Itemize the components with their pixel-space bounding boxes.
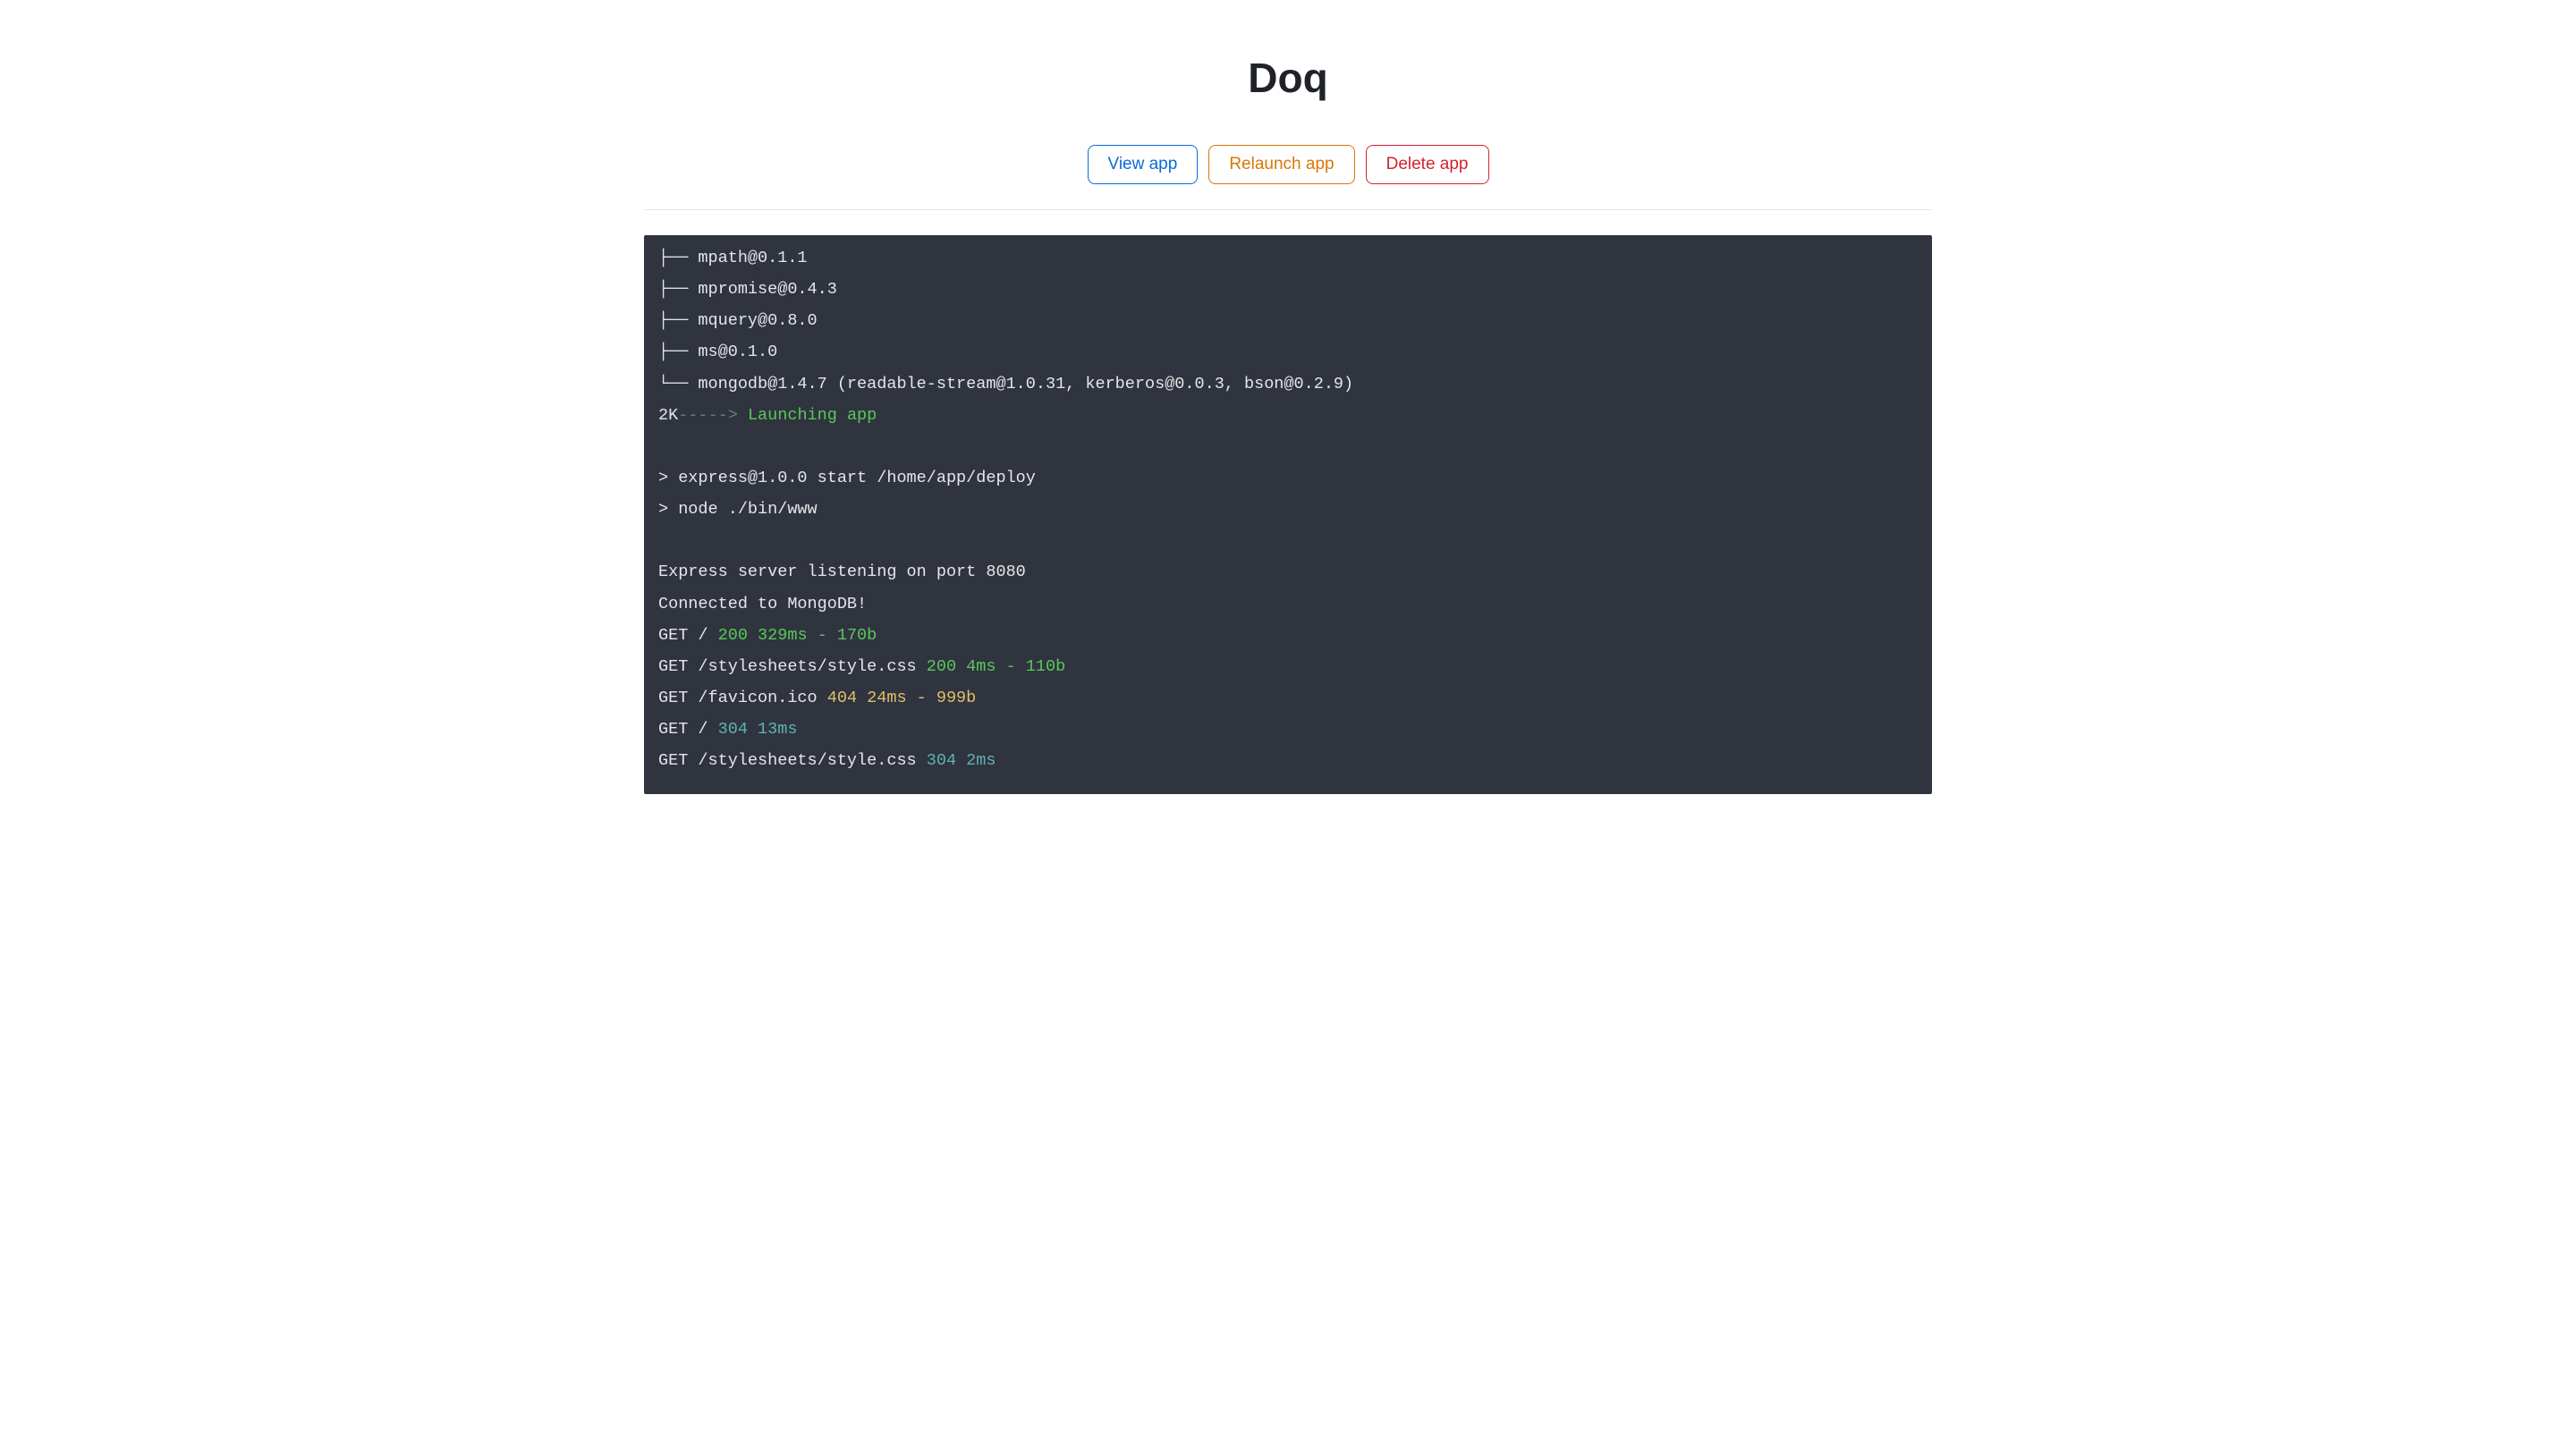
terminal-output: ├── mpath@0.1.1 ├── mpromise@0.4.3 ├── m…: [644, 235, 1932, 794]
terminal-status: 200 4ms - 110b: [927, 657, 1065, 676]
button-row: View app Relaunch app Delete app: [644, 145, 1932, 184]
terminal-request: GET /favicon.ico: [658, 689, 827, 707]
terminal-line: Express server listening on port 8080: [658, 562, 1026, 581]
terminal-status: 304 2ms: [927, 751, 996, 770]
terminal-status: 200 329ms - 170b: [718, 626, 877, 645]
terminal-line: ├── ms@0.1.0: [658, 342, 777, 361]
relaunch-app-button[interactable]: Relaunch app: [1208, 145, 1354, 184]
terminal-line: └── mongodb@1.4.7 (readable-stream@1.0.3…: [658, 375, 1353, 393]
divider: [644, 209, 1932, 210]
page-title: Doq: [644, 54, 1932, 102]
terminal-launch-text: Launching app: [748, 406, 877, 425]
view-app-button[interactable]: View app: [1088, 145, 1199, 184]
terminal-arrow: ----->: [678, 406, 748, 425]
terminal-status: 404 24ms - 999b: [827, 689, 977, 707]
terminal-status: 304 13ms: [718, 720, 798, 739]
terminal-request: GET /stylesheets/style.css: [658, 657, 927, 676]
terminal-line: Connected to MongoDB!: [658, 595, 867, 613]
terminal-line: 2K: [658, 406, 678, 425]
terminal-line: > node ./bin/www: [658, 500, 818, 519]
terminal-line: ├── mpromise@0.4.3: [658, 280, 837, 299]
terminal-line: > express@1.0.0 start /home/app/deploy: [658, 469, 1036, 487]
terminal-line: ├── mquery@0.8.0: [658, 311, 818, 330]
terminal-line: ├── mpath@0.1.1: [658, 249, 808, 267]
terminal-request: GET /: [658, 626, 718, 645]
delete-app-button[interactable]: Delete app: [1366, 145, 1489, 184]
terminal-request: GET /stylesheets/style.css: [658, 751, 927, 770]
terminal-request: GET /: [658, 720, 718, 739]
